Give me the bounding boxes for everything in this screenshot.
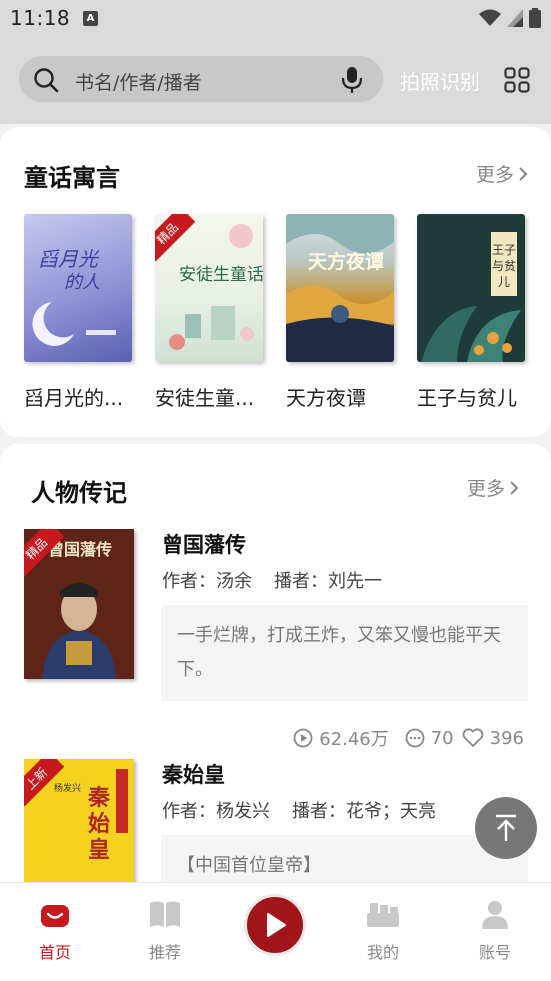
more-label: 更多 [467,478,506,500]
status-icons [479,8,541,28]
category-grid-icon[interactable] [504,67,530,93]
nav-label: 首页 [38,943,71,962]
author-label: 作者：杨发兴 [162,801,270,822]
back-to-top-button[interactable] [475,797,537,859]
more-link[interactable]: 更多 [476,160,528,187]
book-tile[interactable]: 舀月光 的人 舀月光的... [24,214,136,411]
book-tile[interactable]: 天方夜谭 天方夜谭 [286,214,398,411]
svg-text:天方夜谭: 天方夜谭 [308,250,384,273]
book-name: 曾国藩传 [162,533,246,557]
play-circle-icon [293,728,313,748]
book-title: 舀月光的... [24,386,124,410]
search-bar[interactable]: 书名/作者/播者 [19,56,383,102]
battery-icon [529,8,541,28]
book-name: 秦始皇 [162,763,225,787]
book-cover: 舀月光 的人 [24,214,132,362]
chevron-right-icon [519,166,528,181]
signal-icon [507,9,523,27]
moon-illustration: 舀月光 的人 [32,247,116,346]
book-cover: 曾国藩传 精品 [24,529,134,679]
svg-text:儿: 儿 [498,275,510,289]
book-cover: 天方夜谭 [286,214,394,362]
prince-pauper-illustration: 王子 与贫 儿 [421,232,521,362]
nav-home[interactable]: 首页 [15,899,95,963]
microphone-icon[interactable] [341,66,363,94]
fairy-tale-section: 童话寓言 更多 舀月光 的人 舀月光的... 安徒生童话 精品 安徒生童... … [0,127,551,437]
play-icon [267,913,286,937]
arrow-up-icon [496,814,516,841]
status-time: 11:18 [10,6,71,30]
book-title: 王子与贫儿 [417,386,517,410]
svg-text:安徒生童话: 安徒生童话 [179,265,263,285]
nav-mine[interactable]: 我的 [343,899,423,963]
author-label: 作者：汤余 [162,571,252,592]
svg-text:的人: 的人 [64,272,100,293]
svg-text:王子: 王子 [492,243,516,257]
search-input[interactable]: 书名/作者/播者 [75,68,202,95]
svg-text:秦: 秦 [87,785,111,811]
photo-recognition-button[interactable]: 拍照识别 [400,66,480,95]
book-cover: 安徒生童话 精品 [155,214,263,362]
book-tile[interactable]: 安徒生童话 精品 安徒生童... [155,214,267,411]
play-button[interactable] [244,894,306,956]
section-title: 童话寓言 [24,164,120,192]
bottom-navigation: 首页 推荐 我的 账号 [0,882,551,981]
heart-icon [462,728,483,747]
book-title: 安徒生童... [155,386,255,410]
comment-count: 70 [405,728,454,749]
nav-label: 账号 [478,943,511,962]
svg-text:与贫: 与贫 [492,258,516,273]
book-meta: 作者：杨发兴 播者：花爷；天亮 [162,797,436,823]
narrator-label: 播者：刘先一 [274,571,382,592]
nav-label: 推荐 [148,943,181,962]
section-title: 人物传记 [31,479,127,507]
more-label: 更多 [476,164,515,186]
book-meta: 作者：汤余 播者：刘先一 [162,567,382,593]
svg-text:皇: 皇 [88,837,110,863]
notification-icon: A [83,11,98,26]
nav-recommend[interactable]: 推荐 [125,899,205,963]
book-title: 天方夜谭 [286,386,366,410]
book-open-icon [150,901,180,927]
comment-icon [405,728,425,748]
svg-text:杨发兴: 杨发兴 [54,782,81,794]
header: 11:18 A 书名/作者/播者 拍照识别 [0,0,551,124]
play-count: 62.46万 [293,725,389,751]
chevron-right-icon [510,480,519,495]
wifi-icon [479,9,501,26]
status-bar: 11:18 A [0,0,551,38]
svg-text:舀月光: 舀月光 [38,247,100,271]
arabian-nights-illustration: 天方夜谭 [286,214,394,362]
home-icon [41,905,69,927]
bookshelf-icon [367,903,399,927]
book-description: 一手烂牌，打成王炸，又笨又慢也能平天下。 [161,605,528,701]
book-cover: 王子 与贫 儿 [417,214,525,362]
user-icon [482,901,508,929]
book-stats: 62.46万 70 396 [293,725,524,751]
nav-label: 我的 [366,943,399,962]
search-icon [34,68,59,93]
more-link[interactable]: 更多 [467,474,519,501]
svg-text:始: 始 [88,811,110,837]
biography-section: 人物传记 更多 曾国藩传 精品 曾国藩传 作者：汤余 播者：刘先一 一手烂牌，打成… [0,444,551,904]
list-item[interactable]: 曾国藩传 精品 曾国藩传 作者：汤余 播者：刘先一 一手烂牌，打成王炸，又笨又慢也… [24,529,534,751]
narrator-label: 播者：花爷；天亮 [292,801,436,822]
book-tile[interactable]: 王子 与贫 儿 王子与贫儿 [417,214,529,411]
like-count: 396 [462,728,524,749]
nav-account[interactable]: 账号 [455,899,535,963]
